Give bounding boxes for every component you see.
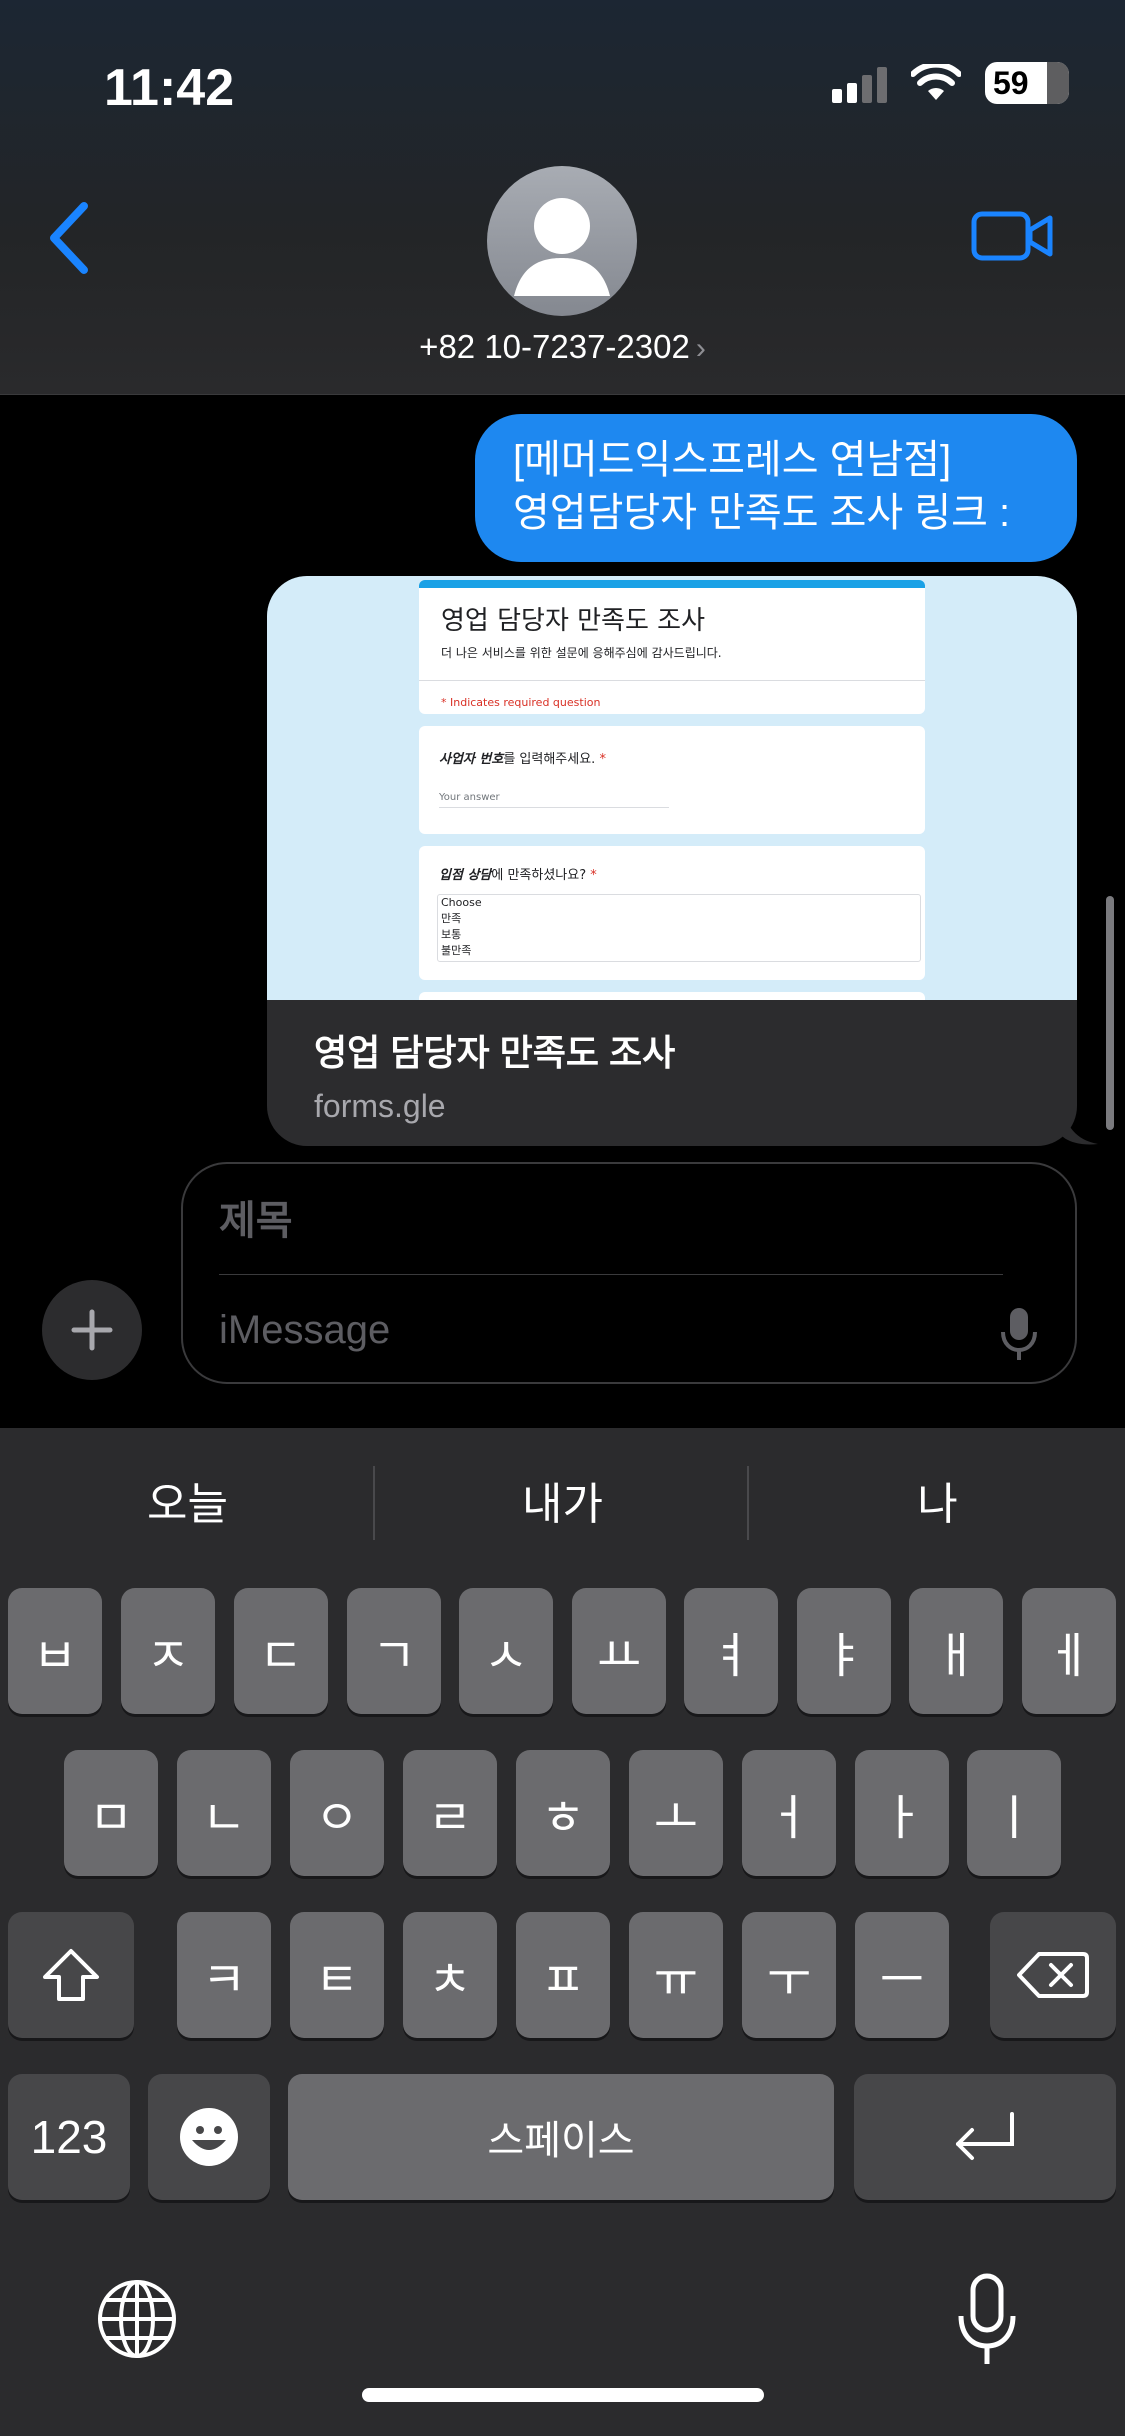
facetime-video-icon[interactable] [970, 206, 1054, 266]
key[interactable]: ㄷ [234, 1588, 328, 1714]
key[interactable]: ㅠ [629, 1912, 723, 2038]
key[interactable]: ㅁ [64, 1750, 158, 1876]
key[interactable]: ㄱ [347, 1588, 441, 1714]
return-key[interactable] [854, 2074, 1116, 2200]
key[interactable]: ㄴ [177, 1750, 271, 1876]
question-text: 입점 상담에 만족하셨나요? * [439, 868, 597, 883]
cellular-signal-icon [832, 63, 887, 103]
battery-level: 59 [993, 64, 1029, 101]
shift-key[interactable] [8, 1912, 134, 2038]
key[interactable]: ㅎ [516, 1750, 610, 1876]
plus-icon [71, 1309, 113, 1351]
dictation-mic-icon[interactable] [955, 2272, 1019, 2368]
delete-key[interactable] [990, 1912, 1116, 2038]
key[interactable]: ㅛ [572, 1588, 666, 1714]
scrollbar[interactable] [1106, 896, 1114, 1130]
form-description: 더 나은 서비스를 위한 설문에 응해주심에 감사드립니다. [441, 646, 722, 660]
message-line: 영업담당자 만족도 조사 링크 : [513, 491, 1011, 535]
key[interactable]: ㅋ [177, 1912, 271, 2038]
link-info: 영업 담당자 만족도 조사 forms.gle [267, 1000, 1077, 1125]
contact-name[interactable]: +82 10-7237-2302 › [0, 328, 1125, 366]
conversation-header: 11:42 59 +82 10-7237-2302 › [0, 0, 1125, 395]
link-preview-card[interactable]: 영업 담당자 만족도 조사 더 나은 서비스를 위한 설문에 응해주심에 감사드… [267, 576, 1077, 1146]
predictive-bar: 오늘 내가 나 [0, 1428, 1125, 1578]
korean-keyboard: 오늘 내가 나 ㅂ ㅈ ㄷ ㄱ ㅅ ㅛ ㅕ ㅑ ㅐ ㅔ ㅁ ㄴ ㅇ ㄹ ㅎ ㅗ … [0, 1428, 1125, 2436]
message-compose-field[interactable]: 제목 iMessage [181, 1162, 1077, 1384]
key[interactable]: ㅡ [855, 1912, 949, 2038]
key[interactable]: ㅓ [742, 1750, 836, 1876]
key[interactable]: ㅏ [855, 1750, 949, 1876]
key[interactable]: ㅔ [1022, 1588, 1116, 1714]
globe-icon[interactable] [96, 2278, 178, 2360]
contact-avatar[interactable] [487, 166, 637, 316]
key[interactable]: ㅕ [684, 1588, 778, 1714]
prediction-1[interactable]: 오늘 [0, 1468, 375, 1532]
microphone-icon[interactable] [999, 1306, 1039, 1362]
sent-message-bubble[interactable]: [메머드익스프레스 연남점] 영업담당자 만족도 조사 링크 : [475, 414, 1077, 562]
key[interactable]: ㅅ [459, 1588, 553, 1714]
form-title: 영업 담당자 만족도 조사 [441, 606, 705, 636]
message-input[interactable]: iMessage [219, 1308, 390, 1353]
dropdown-options: Choose 만족 보통 불만족 [437, 894, 921, 962]
wifi-icon [911, 64, 961, 100]
chevron-right-icon: › [695, 332, 706, 365]
key[interactable]: ㅍ [516, 1912, 610, 2038]
emoji-key[interactable] [148, 2074, 270, 2200]
home-indicator[interactable] [362, 2388, 764, 2402]
status-icons: 59 [832, 62, 1069, 104]
battery-icon: 59 [985, 62, 1069, 104]
link-preview-image: 영업 담당자 만족도 조사 더 나은 서비스를 위한 설문에 응해주심에 감사드… [267, 576, 1077, 1000]
key[interactable]: ㅗ [629, 1750, 723, 1876]
question-text: 사업자 번호를 입력해주세요. * [439, 752, 606, 767]
key[interactable]: ㅑ [797, 1588, 891, 1714]
back-chevron-icon[interactable] [40, 198, 100, 278]
contact-number: +82 10-7237-2302 [419, 328, 690, 365]
status-time: 11:42 [104, 59, 235, 117]
apps-plus-button[interactable] [42, 1280, 142, 1380]
shift-icon [43, 1949, 99, 2001]
form-header-card: 영업 담당자 만족도 조사 더 나은 서비스를 위한 설문에 응해주심에 감사드… [419, 580, 925, 714]
key[interactable]: ㅣ [967, 1750, 1061, 1876]
space-key[interactable]: 스페이스 [288, 2074, 834, 2200]
form-next-card [419, 992, 925, 1000]
form-question-card: 입점 상담에 만족하셨나요? * Choose 만족 보통 불만족 [419, 846, 925, 980]
key[interactable]: ㅊ [403, 1912, 497, 2038]
link-domain: forms.gle [314, 1088, 446, 1124]
numbers-key[interactable]: 123 [8, 2074, 130, 2200]
key[interactable]: ㅐ [909, 1588, 1003, 1714]
delete-icon [1017, 1952, 1089, 1998]
link-title: 영업 담당자 만족도 조사 [314, 1032, 676, 1073]
bubble-tail [1062, 1106, 1098, 1145]
message-line: [메머드익스프레스 연남점] [513, 438, 952, 482]
key[interactable]: ㅈ [121, 1588, 215, 1714]
key[interactable]: ㅇ [290, 1750, 384, 1876]
answer-placeholder: Your answer [439, 792, 669, 808]
key[interactable]: ㅂ [8, 1588, 102, 1714]
key[interactable]: ㅌ [290, 1912, 384, 2038]
subject-input[interactable]: 제목 [219, 1188, 293, 1246]
form-question-card: 사업자 번호를 입력해주세요. * Your answer [419, 726, 925, 834]
prediction-3[interactable]: 나 [750, 1468, 1125, 1532]
person-icon [514, 198, 610, 296]
emoji-icon [180, 2108, 238, 2166]
required-note: * Indicates required question [441, 696, 601, 709]
return-icon [956, 2112, 1014, 2160]
key[interactable]: ㄹ [403, 1750, 497, 1876]
prediction-2[interactable]: 내가 [375, 1468, 750, 1532]
key[interactable]: ㅜ [742, 1912, 836, 2038]
